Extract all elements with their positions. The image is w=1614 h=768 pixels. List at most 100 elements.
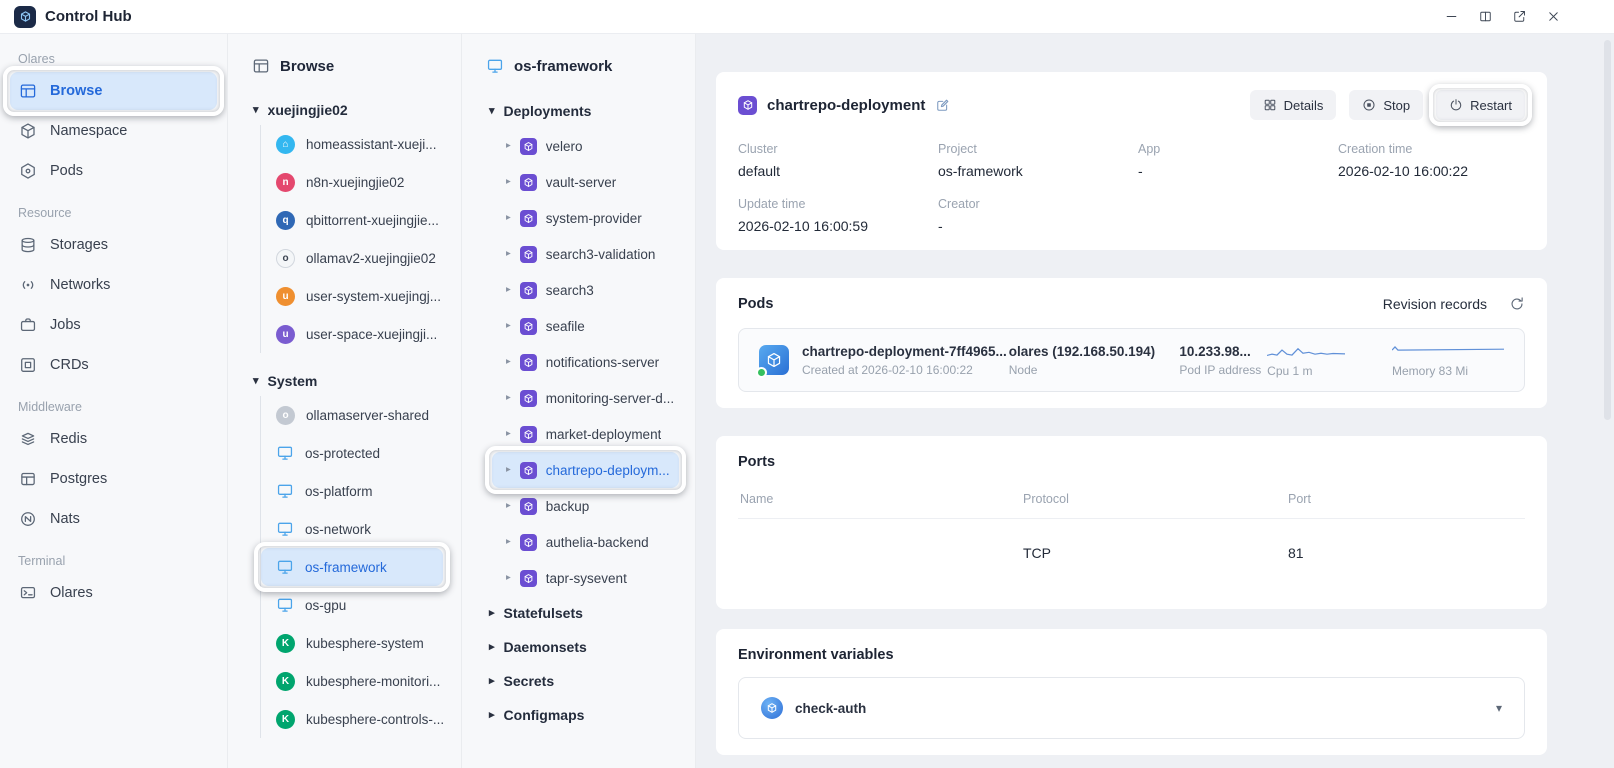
refresh-button[interactable]	[1509, 296, 1525, 312]
app-icon-glyph: o	[282, 410, 288, 421]
tree-item-label: authelia-backend	[546, 535, 649, 550]
tree-item-os-platform[interactable]: os-platform	[261, 472, 443, 510]
open-external-button[interactable]	[1510, 4, 1528, 30]
tree-item-seafile[interactable]: ▸ seafile	[492, 308, 679, 344]
tree-item-os-network[interactable]: os-network	[261, 510, 443, 548]
sidebar-item-label: CRDs	[50, 357, 89, 373]
sidebar-item-jobs[interactable]: Jobs	[10, 306, 217, 344]
sidebar-item-terminal-olares[interactable]: Olares	[10, 574, 217, 612]
deployment-icon	[520, 138, 537, 155]
field-value: -	[1138, 163, 1338, 179]
tree-item-label: kubesphere-monitori...	[306, 674, 440, 689]
system-namespace-list: o ollamaserver-shared os-protected os-pl…	[260, 396, 461, 738]
tree-group-configmaps[interactable]: ▸ Configmaps	[462, 698, 695, 732]
sidebar-item-redis[interactable]: Redis	[10, 420, 217, 458]
minimize-button[interactable]	[1442, 4, 1460, 30]
sidebar-item-label: Networks	[50, 277, 110, 293]
pod-node-column: olares (192.168.50.194) Node	[1009, 344, 1180, 377]
sidebar-item-crds[interactable]: CRDs	[10, 346, 217, 384]
tree-group-system[interactable]: ▾ System	[228, 366, 461, 396]
edit-icon	[935, 98, 950, 113]
tree-item-search3-validation[interactable]: ▸ search3-validation	[492, 236, 679, 272]
app-icon: o	[276, 406, 295, 425]
tree-group-label: System	[268, 373, 318, 389]
sidebar-item-browse[interactable]: Browse	[10, 72, 217, 110]
sidebar-item-storages[interactable]: Storages	[10, 226, 217, 264]
tree-item-n8n[interactable]: n n8n-xuejingjie02	[261, 163, 443, 201]
app-icon-glyph: q	[282, 215, 288, 226]
tree-item-label: search3-validation	[546, 247, 656, 262]
tree-item-label: notifications-server	[546, 355, 659, 370]
maximize-button[interactable]	[1476, 4, 1494, 30]
tree-group-secrets[interactable]: ▸ Secrets	[462, 664, 695, 698]
sidebar-item-networks[interactable]: Networks	[10, 266, 217, 304]
tree-item-label: seafile	[546, 319, 585, 334]
tree-item-ollamaserver-shared[interactable]: o ollamaserver-shared	[261, 396, 443, 434]
tree-item-os-framework[interactable]: os-framework	[261, 548, 443, 586]
tree-group-xuejingjie02[interactable]: ▾ xuejingjie02	[228, 95, 461, 125]
tree-item-ollamav2[interactable]: o ollamav2-xuejingjie02	[261, 239, 443, 277]
tree-item-search3[interactable]: ▸ search3	[492, 272, 679, 308]
tree-item-monitoring-server[interactable]: ▸ monitoring-server-d...	[492, 380, 679, 416]
sidebar-item-namespace[interactable]: Namespace	[10, 112, 217, 150]
ports-card: Ports Name Protocol Port TCP 81	[716, 436, 1547, 609]
tree-group-label: Daemonsets	[504, 639, 587, 655]
tree-item-tapr-sysevent[interactable]: ▸ tapr-sysevent	[492, 560, 679, 596]
maximize-icon	[1478, 9, 1493, 24]
tree-item-os-protected[interactable]: os-protected	[261, 434, 443, 472]
tree-item-system-provider[interactable]: ▸ system-provider	[492, 200, 679, 236]
scrollbar[interactable]	[1604, 40, 1611, 420]
tree-item-os-gpu[interactable]: os-gpu	[261, 586, 443, 624]
tree-item-user-space[interactable]: u user-space-xuejingji...	[261, 315, 443, 353]
tree-group-daemonsets[interactable]: ▸ Daemonsets	[462, 630, 695, 664]
tree-item-market-deployment[interactable]: ▸ market-deployment	[492, 416, 679, 452]
deployment-icon	[520, 426, 537, 443]
tree-item-kubesphere-controls[interactable]: K kubesphere-controls-...	[261, 700, 443, 738]
tree-item-label: ollamaserver-shared	[306, 408, 429, 423]
tree-group-statefulsets[interactable]: ▸ Statefulsets	[462, 596, 695, 630]
sidebar-item-pods[interactable]: Pods	[10, 152, 217, 190]
tree-item-vault-server[interactable]: ▸ vault-server	[492, 164, 679, 200]
pod-row[interactable]: chartrepo-deployment-7ff4965... Created …	[738, 328, 1525, 392]
column-header-protocol: Protocol	[1023, 492, 1288, 506]
tree-item-qbittorrent[interactable]: q qbittorrent-xuejingjie...	[261, 201, 443, 239]
sidebar-item-postgres[interactable]: Postgres	[10, 460, 217, 498]
memory-sparkline	[1392, 342, 1504, 360]
resource-panel-header: os-framework	[462, 50, 695, 82]
tree-item-label: os-network	[305, 522, 371, 537]
field-label: Cluster	[738, 142, 938, 156]
tree-item-user-system[interactable]: u user-system-xuejingj...	[261, 277, 443, 315]
tree-item-homeassistant[interactable]: ⌂ homeassistant-xueji...	[261, 125, 443, 163]
caret-right-icon: ▸	[506, 177, 511, 187]
tree-item-chartrepo-deployment[interactable]: ▸ chartrepo-deploym...	[492, 452, 679, 488]
tree-item-authelia-backend[interactable]: ▸ authelia-backend	[492, 524, 679, 560]
env-variable-row[interactable]: check-auth ▾	[738, 677, 1525, 739]
overview-header: chartrepo-deployment Details Stop Restar…	[738, 90, 1525, 120]
cell-protocol: TCP	[1023, 545, 1288, 561]
tree-group-deployments[interactable]: ▾ Deployments	[462, 94, 695, 128]
field-value: default	[738, 163, 938, 179]
details-button[interactable]: Details	[1250, 90, 1337, 120]
sidebar-item-nats[interactable]: Nats	[10, 500, 217, 538]
tree-item-kubesphere-monitoring[interactable]: K kubesphere-monitori...	[261, 662, 443, 700]
stop-button[interactable]: Stop	[1349, 90, 1423, 120]
tree-item-label: velero	[546, 139, 583, 154]
app-icon-glyph: K	[282, 676, 289, 687]
env-variable-name: check-auth	[795, 701, 866, 716]
revision-records-link[interactable]: Revision records	[1383, 296, 1487, 312]
close-button[interactable]	[1544, 4, 1562, 30]
pod-icon	[759, 345, 789, 375]
tree-item-label: user-system-xuejingj...	[306, 289, 441, 304]
tree-item-label: monitoring-server-d...	[546, 391, 674, 406]
ports-table-row: TCP 81	[738, 519, 1525, 593]
tree-item-backup[interactable]: ▸ backup	[492, 488, 679, 524]
pod-ip: 10.233.98...	[1179, 344, 1267, 359]
tree-item-kubesphere-system[interactable]: K kubesphere-system	[261, 624, 443, 662]
tree-item-velero[interactable]: ▸ velero	[492, 128, 679, 164]
pod-cpu-label: Cpu 1 m	[1267, 364, 1392, 378]
section-label-olares: Olares	[0, 52, 227, 66]
tree-item-notifications-server[interactable]: ▸ notifications-server	[492, 344, 679, 380]
edit-button[interactable]	[935, 98, 950, 113]
field-update-time: Update time 2026-02-10 16:00:59	[738, 197, 938, 234]
restart-button[interactable]: Restart	[1436, 90, 1525, 120]
